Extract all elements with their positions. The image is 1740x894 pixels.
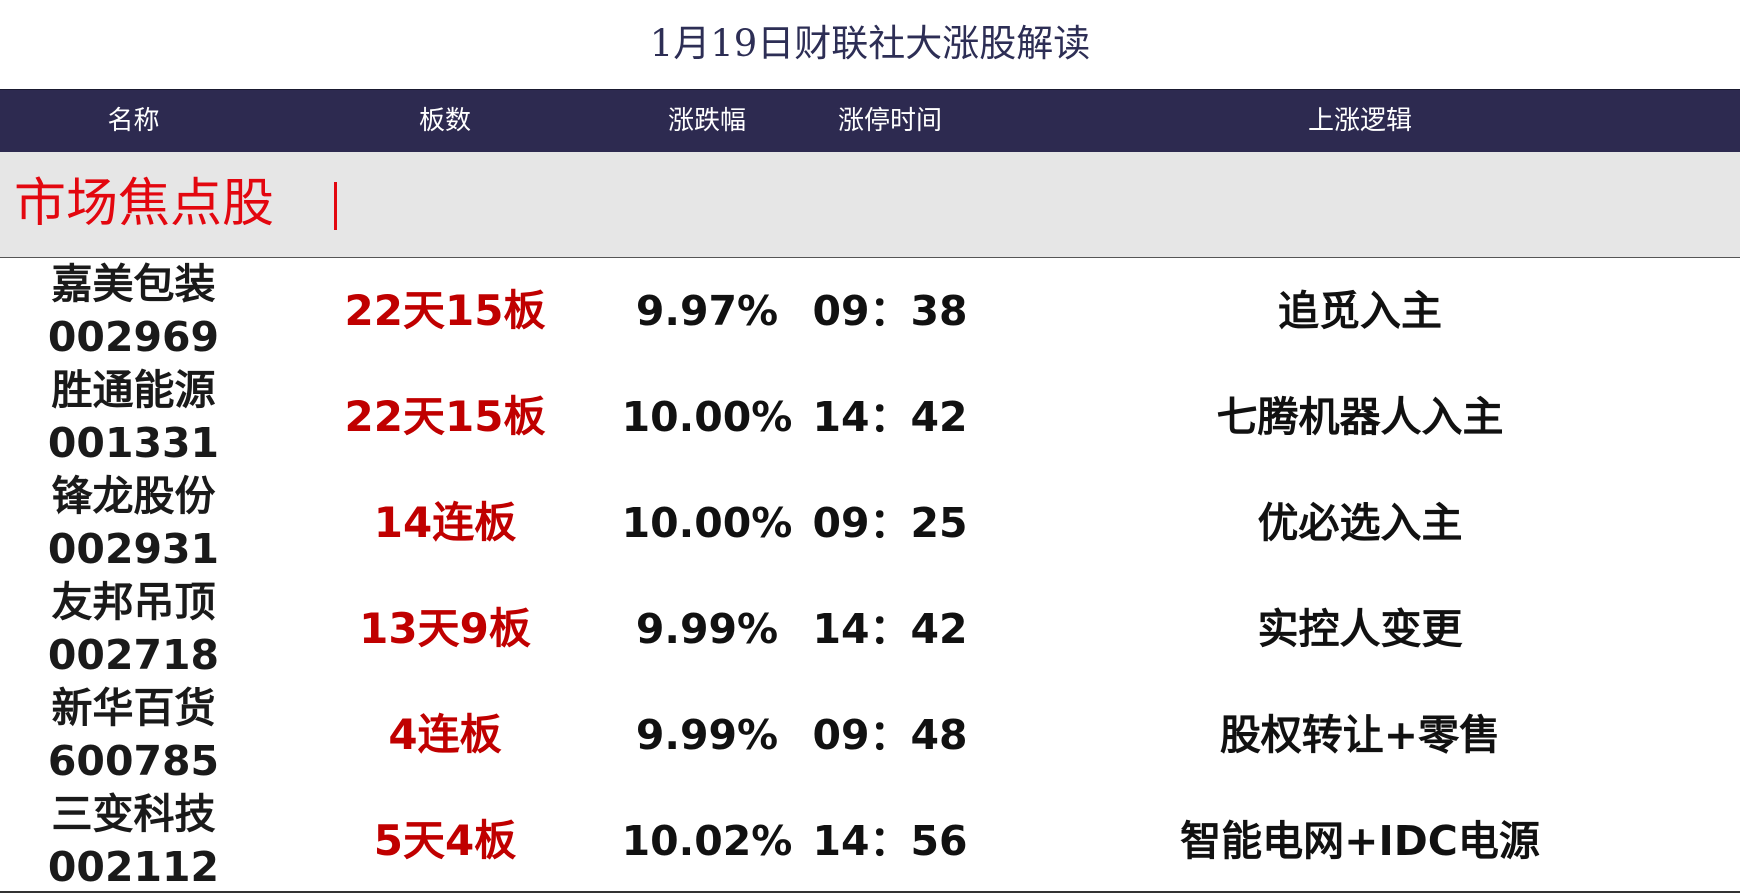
rise-logic: 追觅入主 xyxy=(1278,287,1442,335)
boards-count: 5天4板 xyxy=(373,816,517,865)
stock-code: 001331 xyxy=(47,419,220,467)
boards-count: 22天15板 xyxy=(344,286,546,335)
rise-logic: 实控人变更 xyxy=(1257,605,1463,653)
limit-up-time: 09：38 xyxy=(812,287,968,335)
column-header-logic: 上涨逻辑 xyxy=(1307,106,1412,136)
table-row: 锋龙股份 002931 14连板 10.00% 09：25 优必选入主 xyxy=(0,470,1740,576)
stock-code: 002969 xyxy=(47,313,220,361)
price-change: 9.99% xyxy=(635,711,779,759)
table-row: 三变科技 002112 5天4板 10.02% 14：56 智能电网+IDC电源 xyxy=(0,788,1740,894)
table-bottom-border xyxy=(0,891,1740,893)
stock-name-cell: 友邦吊顶 002718 xyxy=(20,576,247,682)
rise-logic: 七腾机器人入主 xyxy=(1216,393,1504,441)
stock-name: 嘉美包装 xyxy=(51,260,216,308)
boards-count: 22天15板 xyxy=(344,392,546,441)
stock-table-body: 嘉美包装 002969 22天15板 9.97% 09：38 追觅入主 胜通能源… xyxy=(0,258,1740,894)
rise-logic: 优必选入主 xyxy=(1257,499,1463,547)
stock-code: 002718 xyxy=(47,631,220,679)
limit-up-time: 14：42 xyxy=(812,605,968,653)
table-header: 名称 板数 涨跌幅 涨停时间 上涨逻辑 xyxy=(0,89,1740,153)
price-change: 9.99% xyxy=(635,605,779,653)
price-change: 10.00% xyxy=(621,499,793,547)
stock-name-cell: 锋龙股份 002931 xyxy=(20,470,247,576)
table-row: 友邦吊顶 002718 13天9板 9.99% 14：42 实控人变更 xyxy=(0,576,1740,682)
price-change: 9.97% xyxy=(635,287,779,335)
stock-name: 三变科技 xyxy=(51,790,216,838)
column-header-name: 名称 xyxy=(107,106,160,136)
stock-name: 锋龙股份 xyxy=(51,472,216,520)
stock-code: 002931 xyxy=(47,525,220,573)
stock-name-cell: 嘉美包装 002969 xyxy=(20,258,247,364)
limit-up-time: 14：56 xyxy=(812,817,968,865)
table-row: 嘉美包装 002969 22天15板 9.97% 09：38 追觅入主 xyxy=(0,258,1740,364)
section-title: 市场焦点股 xyxy=(14,174,275,234)
page-title: 1月19日财联社大涨股解读 xyxy=(649,22,1091,65)
stock-code: 002112 xyxy=(47,843,220,891)
boards-count: 4连板 xyxy=(388,710,502,759)
table-row: 胜通能源 001331 22天15板 10.00% 14：42 七腾机器人入主 xyxy=(0,364,1740,470)
column-header-boards: 板数 xyxy=(418,106,471,136)
stock-name: 新华百货 xyxy=(51,684,216,732)
stock-name: 胜通能源 xyxy=(51,366,216,414)
limit-up-time: 09：48 xyxy=(812,711,968,759)
stock-name: 友邦吊顶 xyxy=(51,578,216,626)
limit-up-time: 14：42 xyxy=(812,393,968,441)
limit-up-time: 09：25 xyxy=(812,499,968,547)
stock-name-cell: 新华百货 600785 xyxy=(20,682,247,788)
stock-name-cell: 胜通能源 001331 xyxy=(20,364,247,470)
boards-count: 14连板 xyxy=(373,498,517,547)
stock-name-cell: 三变科技 002112 xyxy=(20,788,247,894)
section-band: 市场焦点股 xyxy=(0,152,1740,258)
rise-logic: 智能电网+IDC电源 xyxy=(1180,817,1540,865)
price-change: 10.00% xyxy=(621,393,793,441)
section-divider xyxy=(334,182,337,230)
column-header-limit-time: 涨停时间 xyxy=(837,106,942,136)
price-change: 10.02% xyxy=(621,817,793,865)
boards-count: 13天9板 xyxy=(359,604,531,653)
rise-logic: 股权转让+零售 xyxy=(1219,711,1501,759)
table-row: 新华百货 600785 4连板 9.99% 09：48 股权转让+零售 xyxy=(0,682,1740,788)
stock-code: 600785 xyxy=(47,737,220,785)
column-header-change: 涨跌幅 xyxy=(667,106,746,136)
